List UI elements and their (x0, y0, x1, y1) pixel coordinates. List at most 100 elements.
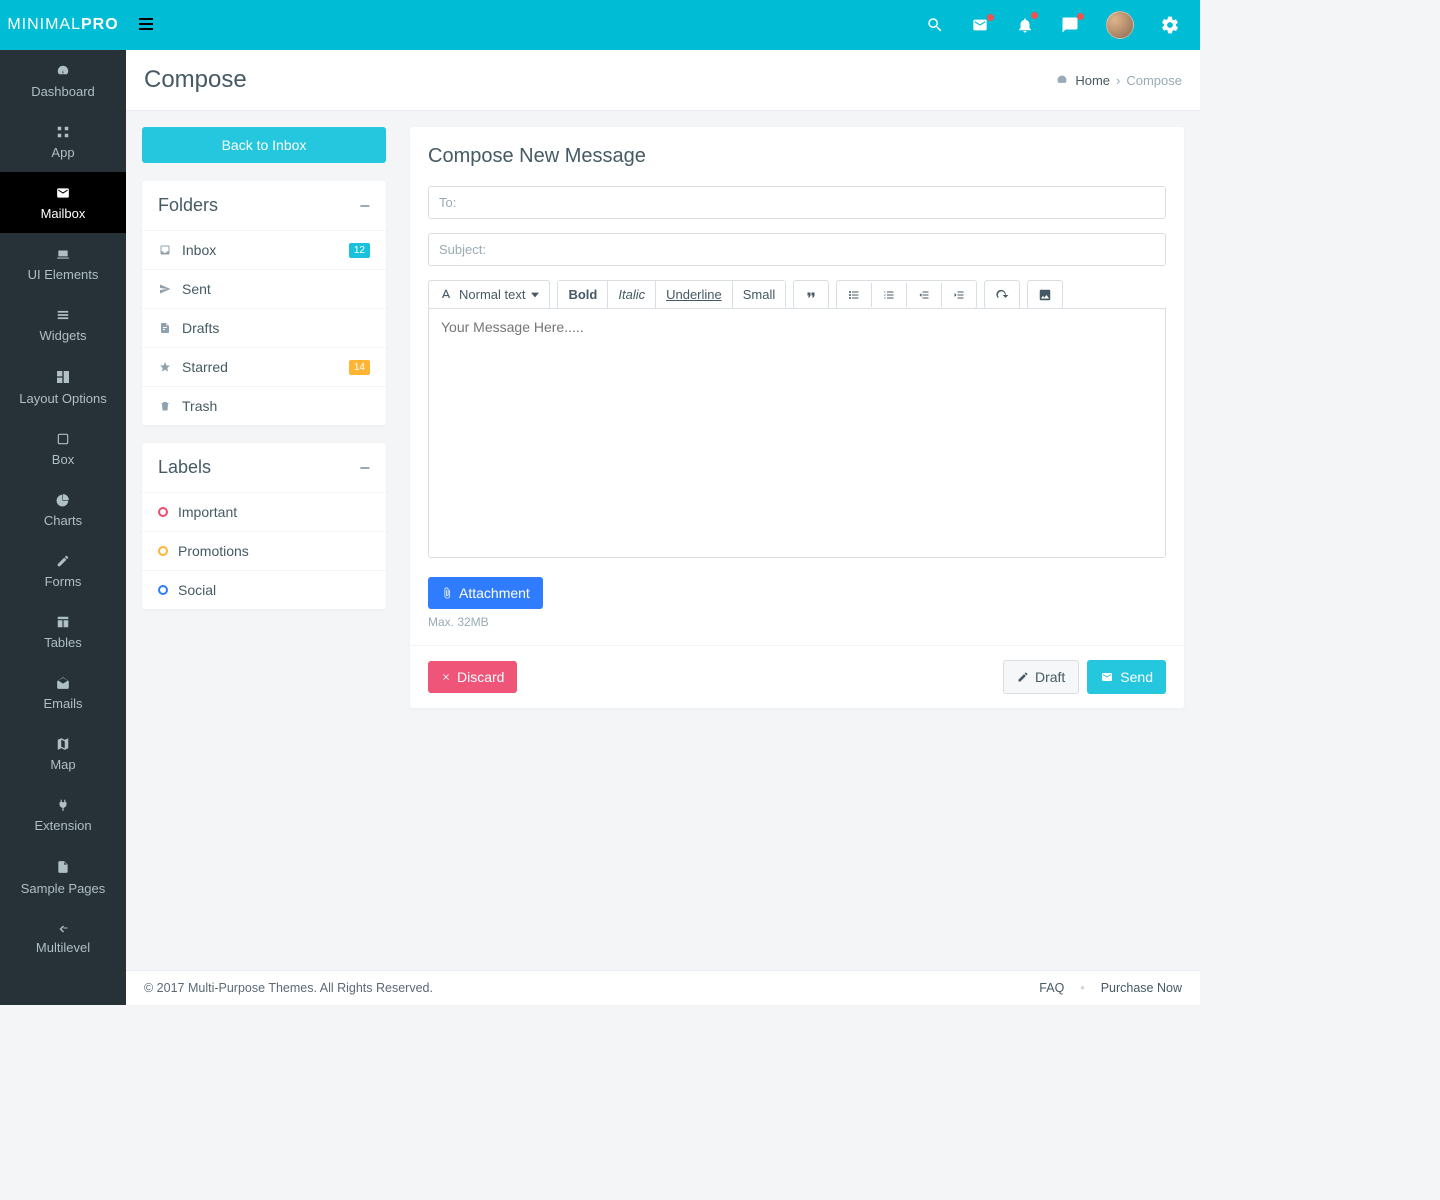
file-text-icon (158, 322, 172, 334)
collapse-icon[interactable]: − (359, 463, 370, 473)
back-to-inbox-button[interactable]: Back to Inbox (142, 127, 386, 163)
brand-accent: PRO (81, 16, 119, 33)
redo-button[interactable] (984, 280, 1020, 309)
sidebar-item-box[interactable]: Box (0, 418, 126, 479)
list-ol-icon: 123 (882, 289, 896, 301)
footer: © 2017 Multi-Purpose Themes. All Rights … (126, 970, 1200, 1005)
sidebar-item-sample[interactable]: Sample Pages (0, 845, 126, 908)
small-button[interactable]: Small (733, 281, 786, 308)
editor-toolbar: Normal text Bold Italic Underline Small (428, 280, 1166, 309)
gear-icon (1160, 15, 1180, 35)
breadcrumb-current: Compose (1126, 73, 1182, 88)
star-icon (158, 361, 172, 373)
attachment-button[interactable]: Attachment (428, 577, 543, 609)
label-promotions[interactable]: Promotions (142, 531, 386, 570)
chat-indicator (1077, 13, 1084, 20)
sidebar-item-mailbox[interactable]: Mailbox (0, 172, 126, 233)
copyright: © 2017 Multi-Purpose Themes. All Rights … (144, 981, 433, 995)
quote-icon (804, 289, 818, 301)
to-input[interactable] (428, 186, 1166, 219)
envelope-icon (54, 186, 72, 200)
sidebar-label: Dashboard (4, 84, 122, 99)
folder-starred[interactable]: Starred 14 (142, 347, 386, 386)
sidebar-item-ui-elements[interactable]: UI Elements (0, 233, 126, 294)
subject-input[interactable] (428, 233, 1166, 266)
send-label: Send (1120, 669, 1153, 685)
sidebar-item-dashboard[interactable]: Dashboard (0, 50, 126, 111)
compose-panel: Compose New Message Normal text Bold Ita… (410, 127, 1184, 708)
faq-link[interactable]: FAQ (1039, 981, 1064, 995)
layout-icon (54, 369, 72, 385)
outdent-icon (917, 289, 931, 301)
folder-label: Drafts (182, 320, 219, 336)
collapse-icon[interactable]: − (359, 201, 370, 211)
purchase-link[interactable]: Purchase Now (1101, 981, 1182, 995)
page-header: Compose Home › Compose (126, 50, 1200, 111)
ul-button[interactable] (837, 283, 872, 307)
labels-panel: Labels − Important Promotions Social (142, 443, 386, 609)
indent-button[interactable] (942, 283, 976, 307)
label-social[interactable]: Social (142, 570, 386, 609)
redo-icon (995, 288, 1009, 302)
sidebar-item-extension[interactable]: Extension (0, 784, 126, 845)
settings-button[interactable] (1160, 15, 1180, 35)
label-text: Social (178, 582, 216, 598)
indent-icon (952, 289, 966, 301)
label-dot-icon (158, 585, 168, 595)
sidebar-item-emails[interactable]: Emails (0, 662, 126, 723)
ol-button[interactable]: 123 (872, 283, 907, 307)
list-group: 123 (836, 280, 977, 309)
attachment-hint: Max. 32MB (428, 615, 1166, 629)
labels-header: Labels − (142, 443, 386, 493)
bold-button[interactable]: Bold (558, 281, 608, 308)
breadcrumb-home[interactable]: Home (1075, 73, 1110, 88)
folder-trash[interactable]: Trash (142, 386, 386, 425)
style-label: Normal text (459, 287, 525, 302)
notifications-button[interactable] (1016, 15, 1034, 35)
file-icon (56, 859, 70, 875)
quote-button[interactable] (793, 280, 829, 309)
brand-base: MINIMAL (7, 16, 81, 33)
sidebar-item-widgets[interactable]: Widgets (0, 294, 126, 355)
sidebar-item-app[interactable]: App (0, 111, 126, 172)
folder-sent[interactable]: Sent (142, 269, 386, 308)
image-button[interactable] (1027, 280, 1063, 309)
sidebar: Dashboard App Mailbox UI Elements Widget… (0, 50, 126, 1005)
folder-drafts[interactable]: Drafts (142, 308, 386, 347)
dashboard-icon (54, 64, 72, 78)
sidebar-item-layout[interactable]: Layout Options (0, 355, 126, 418)
sidebar-label: App (4, 145, 122, 160)
folder-inbox[interactable]: Inbox 12 (142, 231, 386, 269)
pie-icon (55, 493, 71, 507)
menu-toggle[interactable] (126, 17, 166, 34)
style-dropdown[interactable]: Normal text (428, 280, 550, 309)
sidebar-item-tables[interactable]: Tables (0, 601, 126, 662)
sidebar-label: Mailbox (4, 206, 122, 221)
messages-button[interactable] (970, 17, 990, 33)
sidebar-item-forms[interactable]: Forms (0, 540, 126, 601)
send-button[interactable]: Send (1087, 660, 1166, 694)
sidebar-item-map[interactable]: Map (0, 723, 126, 784)
underline-button[interactable]: Underline (656, 281, 733, 308)
draft-button[interactable]: Draft (1003, 660, 1079, 694)
brand[interactable]: MINIMALPRO (0, 16, 126, 34)
chat-button[interactable] (1060, 16, 1080, 34)
avatar[interactable] (1106, 11, 1134, 39)
folders-panel: Folders − Inbox 12 Sent Drafts (142, 181, 386, 425)
label-dot-icon (158, 546, 168, 556)
close-icon (441, 672, 451, 682)
inbox-icon (158, 244, 172, 256)
footer-links: FAQ • Purchase Now (1039, 981, 1182, 995)
discard-button[interactable]: Discard (428, 661, 517, 693)
page-title: Compose (144, 66, 247, 94)
outdent-button[interactable] (907, 283, 942, 307)
folder-badge: 14 (349, 360, 370, 375)
italic-button[interactable]: Italic (608, 281, 656, 308)
message-body[interactable] (428, 308, 1166, 558)
label-important[interactable]: Important (142, 493, 386, 531)
search-button[interactable] (926, 16, 944, 34)
sidebar-item-multilevel[interactable]: Multilevel (0, 908, 126, 967)
sidebar-item-charts[interactable]: Charts (0, 479, 126, 540)
compose-title: Compose New Message (428, 145, 1166, 168)
sidebar-label: UI Elements (4, 267, 122, 282)
